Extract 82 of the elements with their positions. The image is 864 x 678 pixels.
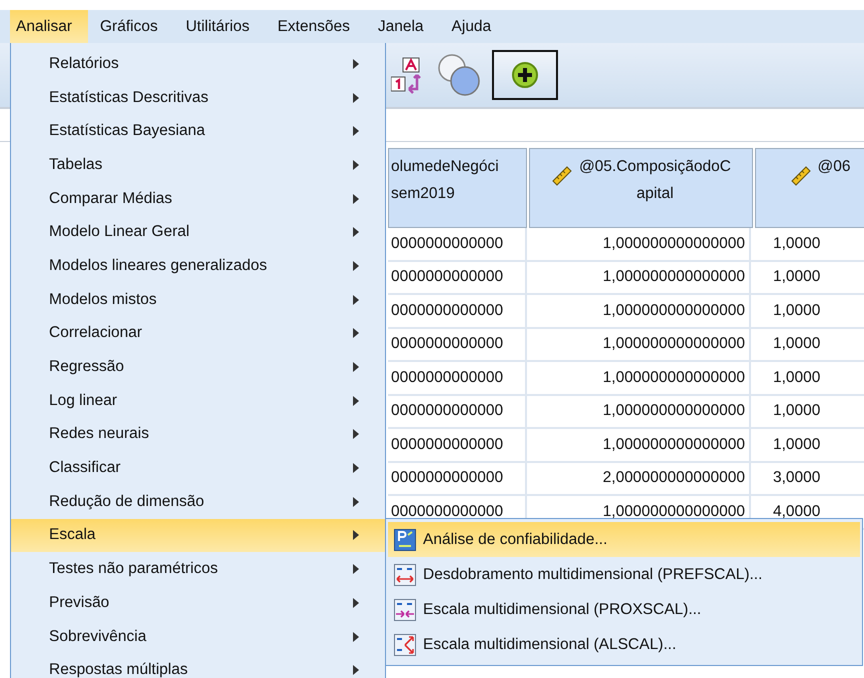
table-cell: 0000000000000 (388, 228, 527, 260)
table-cell: 1,0000 (751, 262, 864, 293)
menu-item[interactable]: Escala (11, 518, 385, 552)
scaling-icon (394, 634, 416, 656)
table-cell: 2,000000000000000 (527, 462, 751, 494)
table-cell: 1,0000 (751, 228, 864, 260)
submenu-arrow-icon (353, 530, 359, 540)
menu-item[interactable]: Respostas múltiplas (11, 653, 385, 678)
menu-bar-item[interactable]: Utilitários (180, 10, 266, 43)
table-cell: 1,000000000000000 (527, 362, 751, 394)
menu-item[interactable]: Análise de confiabilidade... (388, 522, 860, 557)
menu-item[interactable]: Modelo Linear Geral (11, 215, 385, 250)
unfolding-icon (394, 564, 416, 586)
submenu-arrow-icon (353, 598, 359, 608)
table-cell: 0000000000000 (388, 328, 527, 360)
table-cell: 0000000000000 (388, 362, 527, 394)
table-cell: 1,000000000000000 (527, 295, 751, 326)
menu-bar-item[interactable]: Gráficos (94, 10, 174, 43)
menu-bar-item[interactable]: Analisar (10, 10, 88, 43)
menu-item[interactable]: Modelos lineares generalizados (11, 249, 385, 283)
table-cell: 1,000000000000000 (527, 228, 751, 260)
submenu-arrow-icon (353, 126, 359, 136)
submenu-arrow-icon (353, 92, 359, 103)
table-cell: 0000000000000 (388, 295, 527, 326)
menu-item[interactable]: Sobrevivência (11, 620, 385, 654)
menu-bar-item[interactable]: Janela (372, 10, 440, 43)
table-cell: 1,000000000000000 (527, 396, 751, 427)
table-cell: 1,0000 (751, 295, 864, 326)
value-labels-icon (391, 55, 423, 95)
table-cell: 0000000000000 (388, 396, 527, 427)
submenu-arrow-icon (353, 260, 359, 271)
reliability-icon (394, 528, 416, 550)
submenu-arrow-icon (353, 328, 359, 338)
menu-item[interactable]: Previsão (11, 586, 385, 620)
menu-item[interactable]: Relatórios (11, 47, 385, 81)
menu-item[interactable]: Escala multidimensional (ALSCAL)... (388, 627, 860, 662)
column-header[interactable]: olumedeNegóci sem2019 (388, 148, 527, 228)
menu-item[interactable]: Classificar (11, 451, 385, 485)
menu-item[interactable]: Redução de dimensão (11, 484, 385, 519)
table-cell: 1,0000 (751, 396, 864, 427)
table-cell: 0000000000000 (388, 429, 527, 460)
submenu-arrow-icon (353, 564, 359, 574)
table-cell: 1,000000000000000 (527, 328, 751, 360)
submenu-arrow-icon (353, 665, 359, 676)
menu-item[interactable]: Tabelas (11, 148, 385, 182)
menu-item[interactable]: Redes neurais (11, 418, 385, 452)
menu-item[interactable]: Comparar Médias (11, 182, 385, 216)
menu-item[interactable]: Testes não paramétricos (11, 552, 385, 586)
menu-item[interactable]: Log linear (11, 384, 385, 418)
menu-item[interactable]: Regressão (11, 350, 385, 384)
submenu-arrow-icon (353, 194, 359, 204)
menu-bar-item[interactable]: Extensões (271, 10, 366, 43)
submenu-arrow-icon (353, 58, 359, 69)
menu-item[interactable]: Escala multidimensional (PROXSCAL)... (388, 592, 860, 627)
table-cell: 0000000000000 (388, 262, 527, 293)
plus-circle-icon (511, 61, 539, 89)
table-cell: 3,0000 (751, 462, 864, 494)
menu-item[interactable]: Correlacionar (11, 316, 385, 350)
toolbar-button[interactable] (492, 50, 558, 100)
menu-item[interactable]: Desdobramento multidimensional (PREFSCAL)... (388, 557, 860, 592)
table-cell: 1,000000000000000 (527, 429, 751, 460)
submenu-arrow-icon (353, 294, 359, 305)
column-header[interactable]: @05.ComposiçãodoC apital (529, 148, 753, 228)
submenu-arrow-icon (353, 632, 359, 642)
table-cell: 1,0000 (751, 362, 864, 394)
submenu-arrow-icon (353, 496, 359, 507)
menu-item[interactable]: Estatísticas Bayesiana (11, 114, 385, 148)
submenu-arrow-icon (353, 463, 359, 474)
menu-bar-item[interactable]: Ajuda (446, 10, 508, 43)
submenu-arrow-icon (353, 227, 359, 238)
table-cell: 1,0000 (751, 429, 864, 460)
table-cell: 1,0000 (751, 328, 864, 360)
submenu-arrow-icon (353, 429, 359, 440)
submenu-arrow-icon (353, 160, 359, 170)
submenu-arrow-icon (353, 362, 359, 372)
table-cell: 0000000000000 (388, 462, 527, 494)
proximity-scaling-icon (394, 598, 416, 620)
column-header[interactable]: @06 (755, 148, 864, 228)
submenu-arrow-icon (353, 396, 359, 406)
table-cell: 1,000000000000000 (527, 262, 751, 293)
menu-item[interactable]: Modelos mistos (11, 282, 385, 316)
menu-item[interactable]: Estatísticas Descritivas (11, 80, 385, 114)
